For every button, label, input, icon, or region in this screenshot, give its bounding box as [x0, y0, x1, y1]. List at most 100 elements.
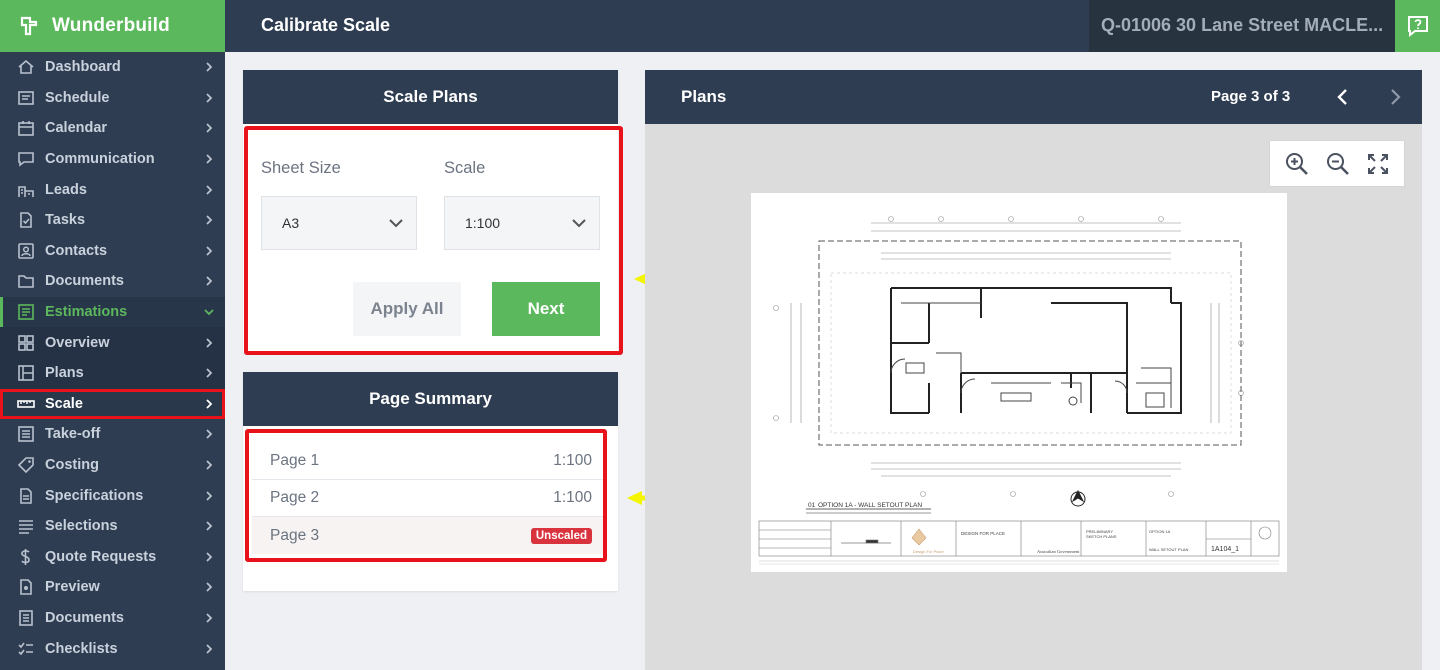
sidebar-item-quote-requests[interactable]: Quote Requests — [0, 542, 225, 573]
sidebar-item-preview[interactable]: Preview — [0, 572, 225, 603]
chevron-right-icon — [206, 521, 213, 531]
sidebar-item-label: Specifications — [45, 487, 144, 504]
chevron-right-icon — [206, 552, 213, 562]
svg-text:Design For Place: Design For Place — [913, 549, 944, 554]
tag-icon — [16, 456, 36, 474]
sidebar-item-specifications[interactable]: Specifications — [0, 480, 225, 511]
previous-page-button[interactable] — [1333, 87, 1353, 107]
chevron-right-icon — [206, 460, 213, 470]
plans-header: Plans Page 3 of 3 — [645, 70, 1422, 124]
zoom-controls — [1269, 140, 1405, 187]
estimations-icon — [16, 303, 36, 321]
chevron-right-icon — [206, 215, 213, 225]
chevron-right-icon — [206, 582, 213, 593]
zoom-in-button[interactable] — [1284, 151, 1310, 177]
ruler-icon — [16, 395, 36, 413]
help-chat-icon — [1407, 16, 1428, 38]
sidebar-item-label: Costing — [45, 457, 99, 474]
next-page-button[interactable] — [1385, 87, 1405, 107]
sidebar-item-overview[interactable]: Overview — [0, 327, 225, 358]
sidebar-item-estimations[interactable]: Estimations — [0, 296, 225, 328]
chevron-right-icon — [206, 123, 213, 134]
sidebar-item-selections[interactable]: Selections — [0, 511, 225, 542]
svg-text:SKETCH PLANS: SKETCH PLANS — [1086, 534, 1117, 539]
brand-name: Wunderbuild — [52, 15, 170, 36]
sidebar: Wunderbuild Dashboard Schedule Calendar … — [0, 0, 225, 670]
svg-text:Australian Government: Australian Government — [1037, 549, 1080, 554]
home-icon — [16, 58, 36, 76]
chevron-right-icon — [206, 429, 213, 440]
sidebar-item-documents-2[interactable]: Documents — [0, 603, 225, 634]
sidebar-item-take-off[interactable]: Take-off — [0, 419, 225, 450]
chat-icon — [16, 150, 36, 168]
page-summary-highlight — [245, 429, 607, 562]
brand-logo[interactable]: Wunderbuild — [0, 0, 225, 52]
plan-sheet[interactable]: 01 OPTION 1A - WALL SETOUT PLAN Design F… — [751, 193, 1287, 572]
sidebar-item-label: Preview — [45, 579, 100, 596]
sidebar-item-dashboard[interactable]: Dashboard — [0, 52, 225, 83]
chevron-right-icon — [206, 276, 213, 287]
fullscreen-button[interactable] — [1366, 152, 1390, 176]
svg-text:DESIGN FOR PLACE: DESIGN FOR PLACE — [961, 531, 1005, 536]
quote-selector[interactable]: Q-01006 30 Lane Street MACLE... — [1089, 0, 1395, 52]
checklist-icon — [16, 640, 36, 658]
page-indicator: Page 3 of 3 — [1211, 88, 1291, 105]
leads-icon — [16, 181, 36, 199]
scale-plans-title: Scale Plans — [243, 70, 618, 124]
page-summary-title: Page Summary — [243, 372, 618, 426]
chevron-down-icon — [204, 309, 214, 316]
schedule-icon — [16, 89, 36, 107]
scale-value: 1:100 — [465, 215, 501, 231]
sidebar-item-tasks[interactable]: Tasks — [0, 205, 225, 236]
plans-icon — [16, 364, 36, 382]
sidebar-item-calendar[interactable]: Calendar — [0, 113, 225, 144]
sidebar-item-label: Schedule — [45, 89, 110, 106]
sidebar-item-costing[interactable]: Costing — [0, 450, 225, 481]
zoom-out-icon — [1326, 152, 1349, 175]
sidebar-item-label: Checklists — [45, 640, 118, 657]
apply-all-button[interactable]: Apply All — [353, 282, 461, 336]
list-icon — [16, 517, 36, 535]
specifications-icon — [16, 487, 36, 505]
plans-panel: Plans Page 3 of 3 01 OPTION 1A - WALL SE… — [645, 70, 1422, 670]
sidebar-item-schedule[interactable]: Schedule — [0, 83, 225, 114]
sidebar-item-plans[interactable]: Plans — [0, 357, 225, 389]
sheet-size-select[interactable]: A3 — [261, 196, 417, 250]
chevron-right-icon — [206, 368, 213, 378]
zoom-in-icon — [1285, 152, 1308, 175]
sidebar-item-documents[interactable]: Documents — [0, 266, 225, 297]
chevron-down-icon — [389, 219, 403, 228]
sheet-size-label: Sheet Size — [261, 159, 341, 177]
sidebar-item-label: Quote Requests — [45, 548, 157, 565]
chevron-right-icon — [206, 490, 213, 501]
tasks-icon — [16, 211, 36, 229]
sidebar-item-label: Tasks — [45, 212, 86, 229]
preview-icon — [16, 578, 36, 596]
sheet-size-value: A3 — [282, 215, 300, 231]
chevron-right-icon — [206, 643, 213, 654]
svg-text:OPTION 1A: OPTION 1A — [1149, 529, 1171, 534]
chevron-right-icon — [206, 338, 213, 348]
sidebar-item-checklists[interactable]: Checklists — [0, 633, 225, 664]
sidebar-item-label: Dashboard — [45, 59, 121, 76]
plans-title: Plans — [681, 87, 727, 106]
scale-select[interactable]: 1:100 — [444, 196, 600, 250]
chevron-right-icon — [206, 62, 213, 72]
sidebar-item-communication[interactable]: Communication — [0, 144, 225, 175]
svg-text:WALL SETOUT PLAN: WALL SETOUT PLAN — [1149, 547, 1188, 552]
help-button[interactable] — [1395, 0, 1440, 52]
sidebar-item-scale[interactable]: Scale — [0, 388, 225, 420]
sidebar-item-label: Communication — [45, 151, 155, 168]
sidebar-item-leads[interactable]: Leads — [0, 174, 225, 205]
chevron-right-icon — [206, 246, 213, 256]
sidebar-item-label: Plans — [45, 365, 84, 382]
sidebar-item-label: Scale — [45, 395, 83, 412]
sidebar-item-label: Calendar — [45, 120, 108, 137]
chevron-right-icon — [206, 185, 213, 195]
plan-caption: OPTION 1A - WALL SETOUT PLAN — [818, 502, 922, 509]
next-button[interactable]: Next — [492, 282, 600, 336]
scale-label: Scale — [444, 159, 486, 177]
chevron-right-icon — [206, 154, 213, 164]
zoom-out-button[interactable] — [1325, 151, 1351, 177]
sidebar-item-contacts[interactable]: Contacts — [0, 236, 225, 267]
